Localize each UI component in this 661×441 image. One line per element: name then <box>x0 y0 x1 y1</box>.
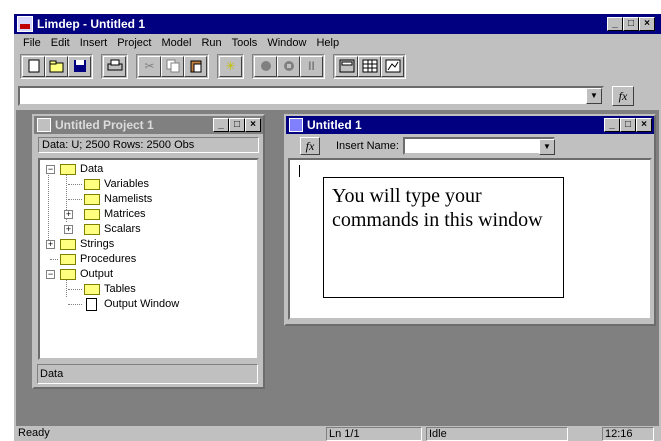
menu-project[interactable]: Project <box>112 37 156 49</box>
editor-title: Untitled 1 <box>307 118 362 132</box>
minimize-button[interactable]: _ <box>607 17 623 31</box>
annotation-box: You will type your commands in this wind… <box>323 177 564 298</box>
folder-icon <box>84 209 100 220</box>
print-icon[interactable] <box>103 55 126 77</box>
tree-item-variables[interactable]: Variables <box>42 177 257 192</box>
folder-icon <box>84 224 100 235</box>
editor-icon <box>289 118 303 132</box>
tree-item-scalars[interactable]: + Scalars <box>42 222 257 237</box>
run-star-icon[interactable]: ✳ <box>219 55 242 77</box>
project-tree: − Data Variables Namelists + Matrices + <box>38 158 259 360</box>
tree-item-procedures[interactable]: Procedures <box>42 252 257 267</box>
open-folder-icon <box>60 164 76 175</box>
insert-name-label: Insert Name: <box>336 140 399 152</box>
folder-icon <box>60 239 76 250</box>
project-title: Untitled Project 1 <box>55 118 154 132</box>
menu-edit[interactable]: Edit <box>46 37 75 49</box>
tree-item-data[interactable]: − Data <box>42 162 257 177</box>
tree-item-matrices[interactable]: + Matrices <box>42 207 257 222</box>
editor-minimize-button[interactable]: _ <box>604 118 620 132</box>
menu-tools[interactable]: Tools <box>227 37 263 49</box>
record-icon[interactable] <box>254 55 277 77</box>
project-status: Data <box>37 364 258 384</box>
folder-icon <box>84 194 100 205</box>
project-close-button[interactable]: × <box>245 118 261 132</box>
limdep-window: Limdep - Untitled 1 _ □ × File Edit Inse… <box>14 14 661 441</box>
calculator-icon[interactable] <box>335 55 358 77</box>
toolbar: ✂ ✳ II <box>14 52 661 80</box>
tree-item-output[interactable]: − Output <box>42 267 257 282</box>
project-title-bar[interactable]: Untitled Project 1 _ □ × <box>34 116 263 134</box>
tree-item-strings[interactable]: + Strings <box>42 237 257 252</box>
paste-icon[interactable] <box>184 55 207 77</box>
menu-run[interactable]: Run <box>196 37 226 49</box>
collapse-icon[interactable]: − <box>46 270 55 279</box>
maximize-button[interactable]: □ <box>623 17 639 31</box>
document-icon <box>86 298 97 311</box>
tree-item-output-window[interactable]: Output Window <box>42 297 257 312</box>
tree-item-tables[interactable]: Tables <box>42 282 257 297</box>
chart-icon[interactable] <box>381 55 404 77</box>
insert-function-button[interactable]: fx <box>300 137 320 155</box>
menu-bar: File Edit Insert Project Model Run Tools… <box>14 34 344 52</box>
menu-file[interactable]: File <box>18 37 46 49</box>
app-title: Limdep - Untitled 1 <box>37 17 145 31</box>
command-input[interactable] <box>18 86 604 106</box>
expand-icon[interactable]: + <box>46 240 55 249</box>
editor-close-button[interactable]: × <box>636 118 652 132</box>
status-line-position: Ln 1/1 <box>326 427 422 441</box>
folder-icon <box>84 179 100 190</box>
menu-help[interactable]: Help <box>311 37 344 49</box>
app-title-bar[interactable]: Limdep - Untitled 1 _ □ × <box>14 14 661 34</box>
status-clock: 12:16 <box>602 427 654 441</box>
expand-icon[interactable]: + <box>64 210 73 219</box>
status-state: Idle <box>426 427 568 441</box>
menu-model[interactable]: Model <box>156 37 196 49</box>
status-ready: Ready <box>18 427 50 439</box>
insert-name-select[interactable]: ▼ <box>402 137 555 155</box>
cut-icon[interactable]: ✂ <box>138 55 161 77</box>
project-minimize-button[interactable]: _ <box>213 118 229 132</box>
open-folder-icon <box>60 269 76 280</box>
menu-window[interactable]: Window <box>262 37 311 49</box>
status-bar: Ready Ln 1/1 Idle 12:16 <box>14 426 661 441</box>
project-icon <box>37 118 51 132</box>
command-dropdown-icon[interactable]: ▼ <box>586 88 602 104</box>
new-file-icon[interactable] <box>22 55 45 77</box>
command-editor[interactable]: You will type your commands in this wind… <box>288 158 652 320</box>
project-window: Untitled Project 1 _ □ × Data: U; 2500 R… <box>32 114 265 389</box>
project-maximize-button[interactable]: □ <box>229 118 245 132</box>
data-grid-icon[interactable] <box>358 55 381 77</box>
text-caret <box>299 165 300 177</box>
collapse-icon[interactable]: − <box>46 165 55 174</box>
save-icon[interactable] <box>68 55 91 77</box>
pause-icon[interactable]: II <box>300 55 323 77</box>
editor-maximize-button[interactable]: □ <box>620 118 636 132</box>
open-folder-icon[interactable] <box>45 55 68 77</box>
project-data-info: Data: U; 2500 Rows: 2500 Obs <box>38 137 259 153</box>
chevron-down-icon[interactable]: ▼ <box>538 139 555 155</box>
editor-toolbar: fx Insert Name: ▼ <box>286 134 654 158</box>
folder-icon <box>60 254 76 265</box>
close-button[interactable]: × <box>639 17 655 31</box>
editor-title-bar[interactable]: Untitled 1 _ □ × <box>286 116 654 134</box>
command-bar: ▼ fx <box>18 86 648 108</box>
menu-insert[interactable]: Insert <box>75 37 113 49</box>
stop-icon[interactable] <box>277 55 300 77</box>
folder-icon <box>84 284 100 295</box>
expand-icon[interactable]: + <box>64 225 73 234</box>
fx-button[interactable]: fx <box>612 86 634 106</box>
copy-icon[interactable] <box>161 55 184 77</box>
editor-window: Untitled 1 _ □ × fx Insert Name: ▼ You w… <box>284 114 656 326</box>
limdep-app-icon[interactable] <box>17 16 33 32</box>
tree-item-namelists[interactable]: Namelists <box>42 192 257 207</box>
